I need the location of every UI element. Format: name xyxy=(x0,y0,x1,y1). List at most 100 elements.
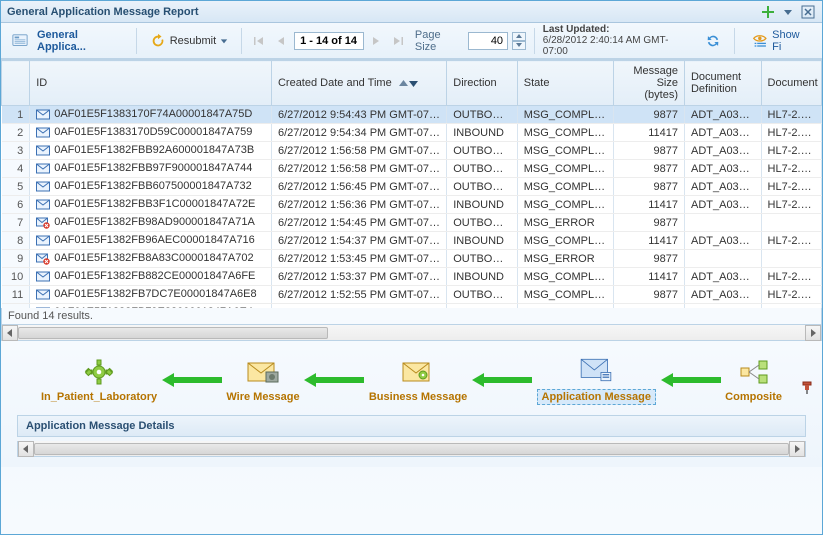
envelope-application-icon xyxy=(578,355,614,385)
message-icon xyxy=(36,217,50,229)
scroll-left-icon[interactable] xyxy=(2,325,18,341)
cell-direction: OUTBOUND xyxy=(447,250,518,268)
page-range-input[interactable] xyxy=(294,32,364,50)
cell-doc: HL7-2.3.1 xyxy=(761,268,821,286)
cell-docdef: ADT_A03_def xyxy=(684,268,761,286)
cell-state: MSG_COMPLETE xyxy=(517,232,614,250)
table-row[interactable]: 80AF01E5F1382FB96AEC00001847A7166/27/201… xyxy=(2,232,822,250)
flow-node-application[interactable]: Application Message xyxy=(537,355,656,405)
page-size-input[interactable] xyxy=(468,32,508,50)
cell-id: 0AF01E5F1382FBB607500001847A732 xyxy=(30,178,272,196)
cell-created: 6/27/2012 1:53:45 PM GMT-07:00 xyxy=(271,250,446,268)
cell-doc: HL7-2.3.1 xyxy=(761,178,821,196)
scroll-thumb[interactable] xyxy=(18,327,328,339)
cell-direction: INBOUND xyxy=(447,196,518,214)
cell-state: MSG_COMPLETE xyxy=(517,106,614,124)
envelope-wire-icon xyxy=(245,357,281,387)
cell-id: 0AF01E5F1382FB96AEC00001847A716 xyxy=(30,232,272,250)
col-rownum[interactable] xyxy=(2,61,30,106)
table-row[interactable]: 40AF01E5F1382FBB97F900001847A7446/27/201… xyxy=(2,160,822,178)
cell-created: 6/27/2012 1:56:45 PM GMT-07:00 xyxy=(271,178,446,196)
show-fields-button[interactable]: Show Fi xyxy=(747,26,816,56)
col-doc[interactable]: Document xyxy=(761,61,821,106)
table-row[interactable]: 20AF01E5F1383170D59C00001847A7596/27/201… xyxy=(2,124,822,142)
table-row[interactable]: 10AF01E5F1383170F74A00001847A75D6/27/201… xyxy=(2,106,822,124)
table-row[interactable]: 70AF01E5F1382FB98AD900001847A71A6/27/201… xyxy=(2,214,822,232)
scroll-left-icon[interactable] xyxy=(18,441,34,457)
first-page-button[interactable] xyxy=(250,32,268,50)
message-flow-area: In_Patient_Laboratory Wire Message Busin… xyxy=(1,341,822,467)
next-page-button[interactable] xyxy=(368,32,386,50)
stepper-up[interactable] xyxy=(512,32,526,41)
table-row[interactable]: 110AF01E5F1382FB7DC7E00001847A6E86/27/20… xyxy=(2,286,822,304)
table-row[interactable]: 30AF01E5F1382FBB92A600001847A73B6/27/201… xyxy=(2,142,822,160)
cell-state: MSG_COMPLETE xyxy=(517,178,614,196)
cell-created: 6/27/2012 1:54:37 PM GMT-07:00 xyxy=(271,232,446,250)
pin-icon[interactable] xyxy=(800,381,814,398)
cell-docdef: ADT_A03_def xyxy=(684,124,761,142)
col-id[interactable]: ID xyxy=(30,61,272,106)
dropdown-icon[interactable] xyxy=(780,4,796,20)
scroll-thumb[interactable] xyxy=(34,443,789,455)
col-docdef[interactable]: Document Definition xyxy=(684,61,761,106)
cell-state: MSG_COMPLETE xyxy=(517,142,614,160)
message-icon xyxy=(36,199,50,211)
row-number: 5 xyxy=(2,178,30,196)
prev-page-button[interactable] xyxy=(272,32,290,50)
cell-direction: OUTBOUND xyxy=(447,106,518,124)
details-h-scrollbar[interactable] xyxy=(17,441,806,457)
col-created[interactable]: Created Date and Time xyxy=(271,61,446,106)
stepper-down[interactable] xyxy=(512,41,526,50)
resubmit-button[interactable]: Resubmit xyxy=(145,30,233,52)
add-icon[interactable] xyxy=(760,4,776,20)
table-row[interactable]: 90AF01E5F1382FB8A83C00001847A7026/27/201… xyxy=(2,250,822,268)
page-size-stepper[interactable] xyxy=(512,32,526,50)
cell-id: 0AF01E5F1383170F74A00001847A75D xyxy=(30,106,272,124)
close-panel-icon[interactable] xyxy=(800,4,816,20)
flow-node-endpoint[interactable]: In_Patient_Laboratory xyxy=(41,357,157,403)
flow-arrow-icon xyxy=(300,372,369,388)
cell-size: 9877 xyxy=(614,178,685,196)
col-state[interactable]: State xyxy=(517,61,614,106)
cell-size: 11417 xyxy=(614,196,685,214)
show-fields-label[interactable]: Show Fi xyxy=(772,29,811,53)
flow-node-wire[interactable]: Wire Message xyxy=(226,357,299,403)
table-row[interactable]: 60AF01E5F1382FBB3F1C00001847A72E6/27/201… xyxy=(2,196,822,214)
column-header-row: ID Created Date and Time Direction State… xyxy=(2,61,822,106)
row-number: 2 xyxy=(2,124,30,142)
col-size[interactable]: Message Size (bytes) xyxy=(614,61,685,106)
flow-node-composite[interactable]: Composite xyxy=(725,357,782,403)
message-icon xyxy=(36,271,50,283)
table-row[interactable]: 50AF01E5F1382FBB607500001847A7326/27/201… xyxy=(2,178,822,196)
cell-state: MSG_COMPLETE xyxy=(517,304,614,309)
cell-created: 6/27/2012 9:54:34 PM GMT-07:00 xyxy=(271,124,446,142)
details-panel-header[interactable]: Application Message Details xyxy=(17,415,806,437)
cell-doc: HL7-2.3.1 xyxy=(761,106,821,124)
table-row[interactable]: 100AF01E5F1382FB882CE00001847A6FE6/27/20… xyxy=(2,268,822,286)
flow-node-business[interactable]: Business Message xyxy=(369,357,467,403)
cell-id: 0AF01E5F1382FB882CE00001847A6FE xyxy=(30,268,272,286)
refresh-button[interactable] xyxy=(700,30,726,52)
flow-arrow-icon xyxy=(157,372,226,388)
report-view-button[interactable] xyxy=(7,30,33,52)
last-page-button[interactable] xyxy=(389,32,407,50)
col-direction[interactable]: Direction xyxy=(447,61,518,106)
cell-docdef: ADT_A03_def xyxy=(684,304,761,309)
cell-docdef: ADT_A03_def xyxy=(684,106,761,124)
cell-id: 0AF01E5F1382FBB92A600001847A73B xyxy=(30,142,272,160)
cell-doc xyxy=(761,214,821,232)
grid-h-scrollbar[interactable] xyxy=(1,325,822,341)
grid-scroll[interactable]: ID Created Date and Time Direction State… xyxy=(1,60,822,308)
cell-doc: HL7-2.3.1 xyxy=(761,232,821,250)
cell-state: MSG_COMPLETE xyxy=(517,286,614,304)
cell-direction: OUTBOUND xyxy=(447,214,518,232)
composite-icon xyxy=(736,357,772,387)
scroll-right-icon[interactable] xyxy=(805,325,821,341)
scroll-right-icon[interactable] xyxy=(789,441,805,457)
message-icon xyxy=(36,289,50,301)
cell-direction: INBOUND xyxy=(447,232,518,250)
sort-icon[interactable] xyxy=(399,79,418,88)
row-number: 4 xyxy=(2,160,30,178)
table-row[interactable]: 120AF01E5F1382FB79E3800001847A6E46/27/20… xyxy=(2,304,822,309)
report-view-link[interactable]: General Applica... xyxy=(37,29,128,53)
